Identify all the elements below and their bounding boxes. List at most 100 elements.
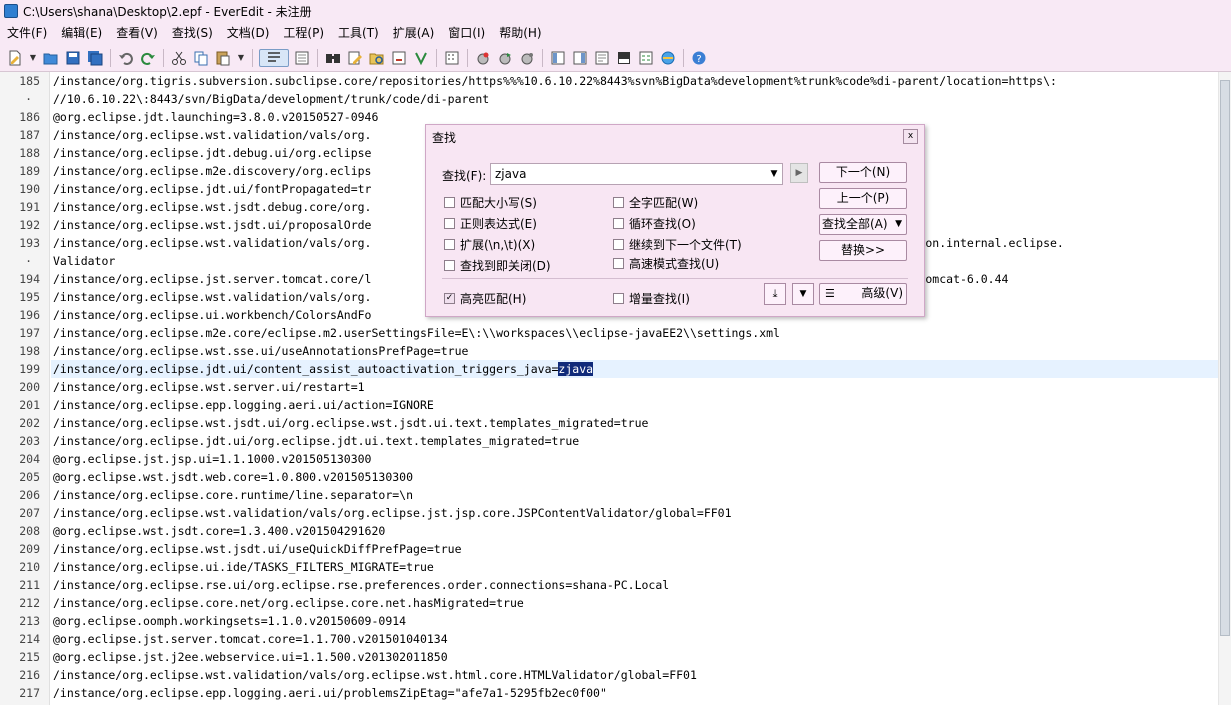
checkbox-box — [613, 197, 624, 208]
code-line[interactable]: @org.eclipse.wst.jsdt.core=1.3.400.v2015… — [53, 522, 1218, 540]
download-arrow-icon[interactable]: ⤓ — [764, 283, 786, 305]
checkbox-box — [444, 218, 455, 229]
play-arrow-icon[interactable]: ▶ — [790, 163, 808, 183]
code-line[interactable]: /instance/org.tigris.subversion.subclips… — [53, 72, 1218, 90]
find-in-files-icon[interactable] — [368, 49, 386, 67]
fast-mode-checkbox[interactable]: 高速模式查找(U) — [613, 255, 719, 272]
extended-checkbox[interactable]: 扩展(\n,\t)(X) — [444, 236, 535, 253]
menu-extensions[interactable]: 扩展(A) — [386, 22, 442, 44]
menu-file[interactable]: 文件(F) — [0, 22, 54, 44]
window-title: C:\Users\shana\Desktop\2.epf - EverEdit … — [23, 4, 312, 19]
find-input[interactable]: zjava ▼ — [490, 163, 783, 185]
chevron-down-icon[interactable]: ▼ — [768, 164, 780, 184]
regex-checkbox[interactable]: 正则表达式(E) — [444, 215, 537, 232]
menu-project[interactable]: 工程(P) — [276, 22, 331, 44]
code-line[interactable]: /instance/org.eclipse.wst.validation/val… — [53, 504, 1218, 522]
code-line[interactable]: /instance/org.eclipse.wst.jsdt.ui/useQui… — [53, 540, 1218, 558]
chevron-down-icon[interactable]: ▼ — [792, 283, 814, 305]
menu-window[interactable]: 窗口(I) — [441, 22, 492, 44]
menu-tools[interactable]: 工具(T) — [331, 22, 386, 44]
code-text: /instance/org.eclipse.ui.workbench/Color… — [53, 308, 372, 322]
checkbox-label: 高亮匹配(H) — [460, 292, 527, 306]
undo-icon[interactable] — [117, 49, 135, 67]
scrollbar-thumb[interactable] — [1220, 80, 1230, 636]
open-folder-icon[interactable] — [42, 49, 60, 67]
code-line[interactable]: @org.eclipse.wst.jsdt.web.core=1.0.800.v… — [53, 468, 1218, 486]
code-text: @org.eclipse.oomph.workingsets=1.1.0.v20… — [53, 614, 407, 628]
menu-search[interactable]: 查找(S) — [165, 22, 220, 44]
find-all-button[interactable]: 查找全部(A) ▼ — [819, 214, 907, 235]
code-text: @org.eclipse.jdt.launching=3.8.0.v201505… — [53, 110, 379, 124]
file-tree-icon[interactable] — [549, 49, 567, 67]
menu-document[interactable]: 文档(D) — [220, 22, 277, 44]
code-line[interactable]: /instance/org.eclipse.wst.jsdt.ui/org.ec… — [53, 414, 1218, 432]
menu-edit[interactable]: 编辑(E) — [54, 22, 109, 44]
outline-icon[interactable] — [571, 49, 589, 67]
code-line[interactable]: /instance/org.eclipse.rse.ui/org.eclipse… — [53, 576, 1218, 594]
find-prev-button[interactable]: 上一个(P) — [819, 188, 907, 209]
find-next-button[interactable]: 下一个(N) — [819, 162, 907, 183]
code-line[interactable]: /instance/org.eclipse.core.net/org.eclip… — [53, 594, 1218, 612]
line-number: 207 — [19, 506, 40, 520]
code-line[interactable]: /instance/org.eclipse.jdt.ui/org.eclipse… — [53, 432, 1218, 450]
regex-icon[interactable] — [390, 49, 408, 67]
close-on-find-checkbox[interactable]: 查找到即关闭(D) — [444, 257, 551, 274]
save-all-icon[interactable] — [86, 49, 104, 67]
code-line[interactable]: /instance/org.eclipse.core.runtime/line.… — [53, 486, 1218, 504]
macro-record-icon[interactable] — [474, 49, 492, 67]
code-line[interactable]: @org.eclipse.jst.jsp.ui=1.1.1000.v201505… — [53, 450, 1218, 468]
new-file-dropdown-icon[interactable]: ▼ — [28, 49, 38, 67]
line-number: 187 — [19, 128, 40, 142]
code-line[interactable]: /instance/org.eclipse.wst.validation/val… — [53, 666, 1218, 684]
code-line[interactable]: @org.eclipse.jst.server.tomcat.core=1.1.… — [53, 630, 1218, 648]
paste-dropdown-icon[interactable]: ▼ — [236, 49, 246, 67]
menu-help[interactable]: 帮助(H) — [492, 22, 548, 44]
paste-icon[interactable] — [214, 49, 232, 67]
checkbox-box — [613, 258, 624, 269]
code-line[interactable]: /instance/org.eclipse.wst.sse.ui/useAnno… — [53, 342, 1218, 360]
checkbox-label: 正则表达式(E) — [460, 217, 537, 231]
replace-expand-button[interactable]: 替换>> — [819, 240, 907, 261]
browser-icon[interactable] — [659, 49, 677, 67]
new-file-icon[interactable] — [6, 49, 24, 67]
redo-icon[interactable] — [139, 49, 157, 67]
code-line[interactable]: /instance/org.eclipse.epp.logging.aeri.u… — [53, 396, 1218, 414]
save-icon[interactable] — [64, 49, 82, 67]
line-number: 194 — [19, 272, 40, 286]
menu-view[interactable]: 查看(V) — [109, 22, 165, 44]
code-line[interactable]: /instance/org.eclipse.wst.server.ui/rest… — [53, 378, 1218, 396]
advanced-button[interactable]: ☰ 高级(V) — [819, 283, 907, 305]
clipboard-icon[interactable] — [593, 49, 611, 67]
checkbox-box — [613, 218, 624, 229]
code-text: @org.eclipse.jst.jsp.ui=1.1.1000.v201505… — [53, 452, 372, 466]
vertical-scrollbar[interactable] — [1218, 72, 1231, 705]
continue-next-file-checkbox[interactable]: 继续到下一个文件(T) — [613, 236, 742, 253]
help-icon[interactable]: ? — [690, 49, 708, 67]
code-text: /instance/org.eclipse.wst.sse.ui/useAnno… — [53, 344, 469, 358]
incremental-search-checkbox[interactable]: 增量查找(I) — [613, 290, 690, 307]
macro-icon[interactable] — [518, 49, 536, 67]
close-icon[interactable]: x — [903, 129, 918, 144]
word-wrap-icon[interactable] — [259, 48, 289, 67]
code-line[interactable]: /instance/org.eclipse.epp.logging.aeri.u… — [53, 684, 1218, 702]
copy-icon[interactable] — [192, 49, 210, 67]
highlight-match-checkbox[interactable]: ✓ 高亮匹配(H) — [444, 290, 526, 307]
code-line[interactable]: //10.6.10.22\:8443/svn/BigData/developme… — [53, 90, 1218, 108]
find-icon[interactable] — [324, 49, 342, 67]
hex-icon[interactable] — [443, 49, 461, 67]
code-line[interactable]: @org.eclipse.oomph.workingsets=1.1.0.v20… — [53, 612, 1218, 630]
code-line[interactable]: /instance/org.eclipse.m2e.core/eclipse.m… — [53, 324, 1218, 342]
macro-play-icon[interactable] — [496, 49, 514, 67]
code-line[interactable]: /instance/org.eclipse.ui.ide/TASKS_FILTE… — [53, 558, 1218, 576]
preview-icon[interactable] — [637, 49, 655, 67]
mark-icon[interactable] — [412, 49, 430, 67]
output-icon[interactable] — [615, 49, 633, 67]
code-line[interactable]: @org.eclipse.jst.j2ee.webservice.ui=1.1.… — [53, 648, 1218, 666]
whole-word-checkbox[interactable]: 全字匹配(W) — [613, 194, 698, 211]
code-line[interactable]: /instance/org.eclipse.jdt.ui/content_ass… — [53, 360, 1218, 378]
loop-search-checkbox[interactable]: 循环查找(O) — [613, 215, 696, 232]
cut-icon[interactable] — [170, 49, 188, 67]
column-mode-icon[interactable] — [293, 49, 311, 67]
match-case-checkbox[interactable]: 匹配大小写(S) — [444, 194, 537, 211]
replace-icon[interactable] — [346, 49, 364, 67]
